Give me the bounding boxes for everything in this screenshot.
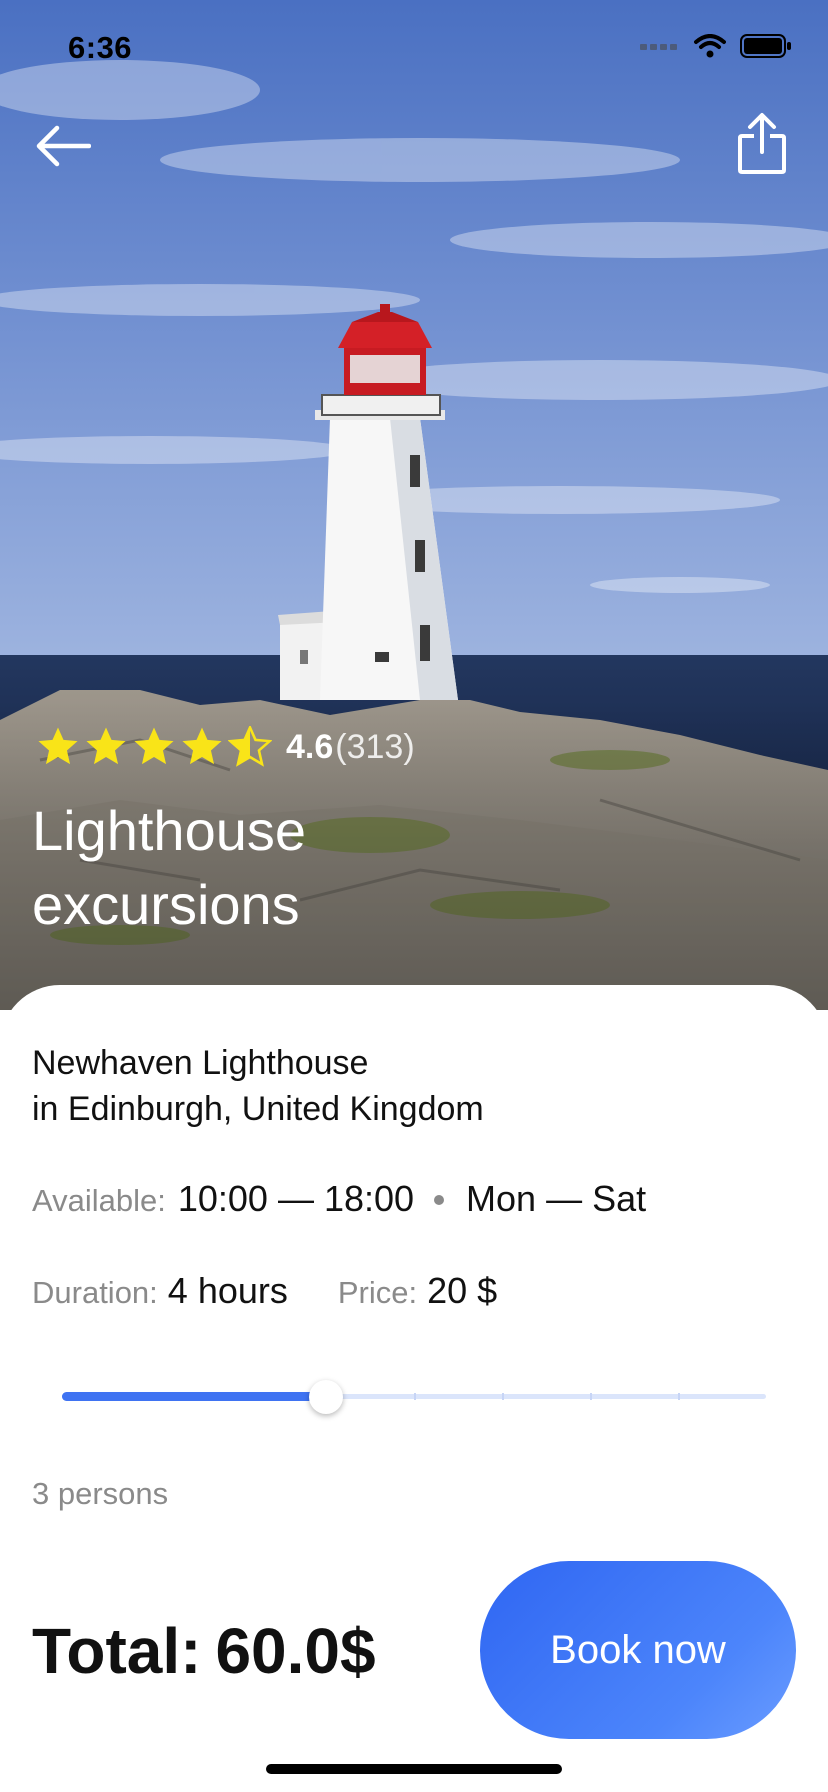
status-icons (640, 34, 792, 58)
availability-label: Available: (32, 1183, 166, 1218)
availability-row: Available: 10:00 — 18:00 Mon — Sat (32, 1178, 646, 1220)
cellular-signal-icon (640, 44, 677, 50)
rating-row: 4.6 (313) (36, 726, 415, 768)
availability-hours: 10:00 — 18:00 (177, 1178, 415, 1219)
slider-tick (414, 1393, 416, 1400)
price-value: 20 $ (427, 1270, 498, 1311)
total-price: Total: 60.0$ (32, 1614, 376, 1688)
slider-thumb[interactable] (309, 1380, 343, 1414)
rating-count: (313) (335, 727, 415, 766)
slider-tick (502, 1393, 504, 1400)
back-button[interactable] (30, 118, 96, 174)
duration-value: 4 hours (167, 1270, 288, 1311)
persons-count: 3 persons (32, 1476, 169, 1511)
slider-tick (590, 1393, 592, 1400)
duration-label: Duration: (32, 1275, 158, 1310)
home-indicator (266, 1764, 562, 1774)
slider-tick (678, 1393, 680, 1400)
rating-value: 4.6 (286, 727, 334, 766)
status-time: 6:36 (68, 30, 133, 65)
price-label: Price: (337, 1275, 418, 1310)
availability-days: Mon — Sat (466, 1178, 647, 1219)
rating-stars (36, 726, 272, 768)
star-half-icon (228, 726, 272, 767)
star-full-icon (38, 727, 78, 765)
battery-icon (740, 34, 791, 58)
persons-slider[interactable] (62, 1380, 766, 1414)
separator-dot (434, 1195, 445, 1205)
star-full-icon (182, 727, 222, 765)
location-name: Newhaven Lighthouse (32, 1044, 369, 1082)
star-full-icon (86, 727, 126, 765)
share-button[interactable] (732, 108, 792, 180)
wifi-icon (694, 34, 726, 58)
total-label: Total: (32, 1615, 202, 1687)
star-full-icon (134, 727, 174, 765)
share-icon (738, 113, 786, 174)
duration-price-row: Duration: 4 hours Price: 20 $ (32, 1270, 497, 1312)
book-now-button[interactable]: Book now (480, 1561, 796, 1739)
location-city: in Edinburgh, United Kingdom (32, 1090, 484, 1128)
total-value: 60.0$ (215, 1615, 376, 1687)
arrow-left-icon (36, 125, 91, 167)
page-title: Lighthouse excursions (32, 799, 307, 936)
slider-fill (62, 1392, 326, 1401)
location: Newhaven Lighthouse in Edinburgh, United… (32, 1040, 484, 1132)
